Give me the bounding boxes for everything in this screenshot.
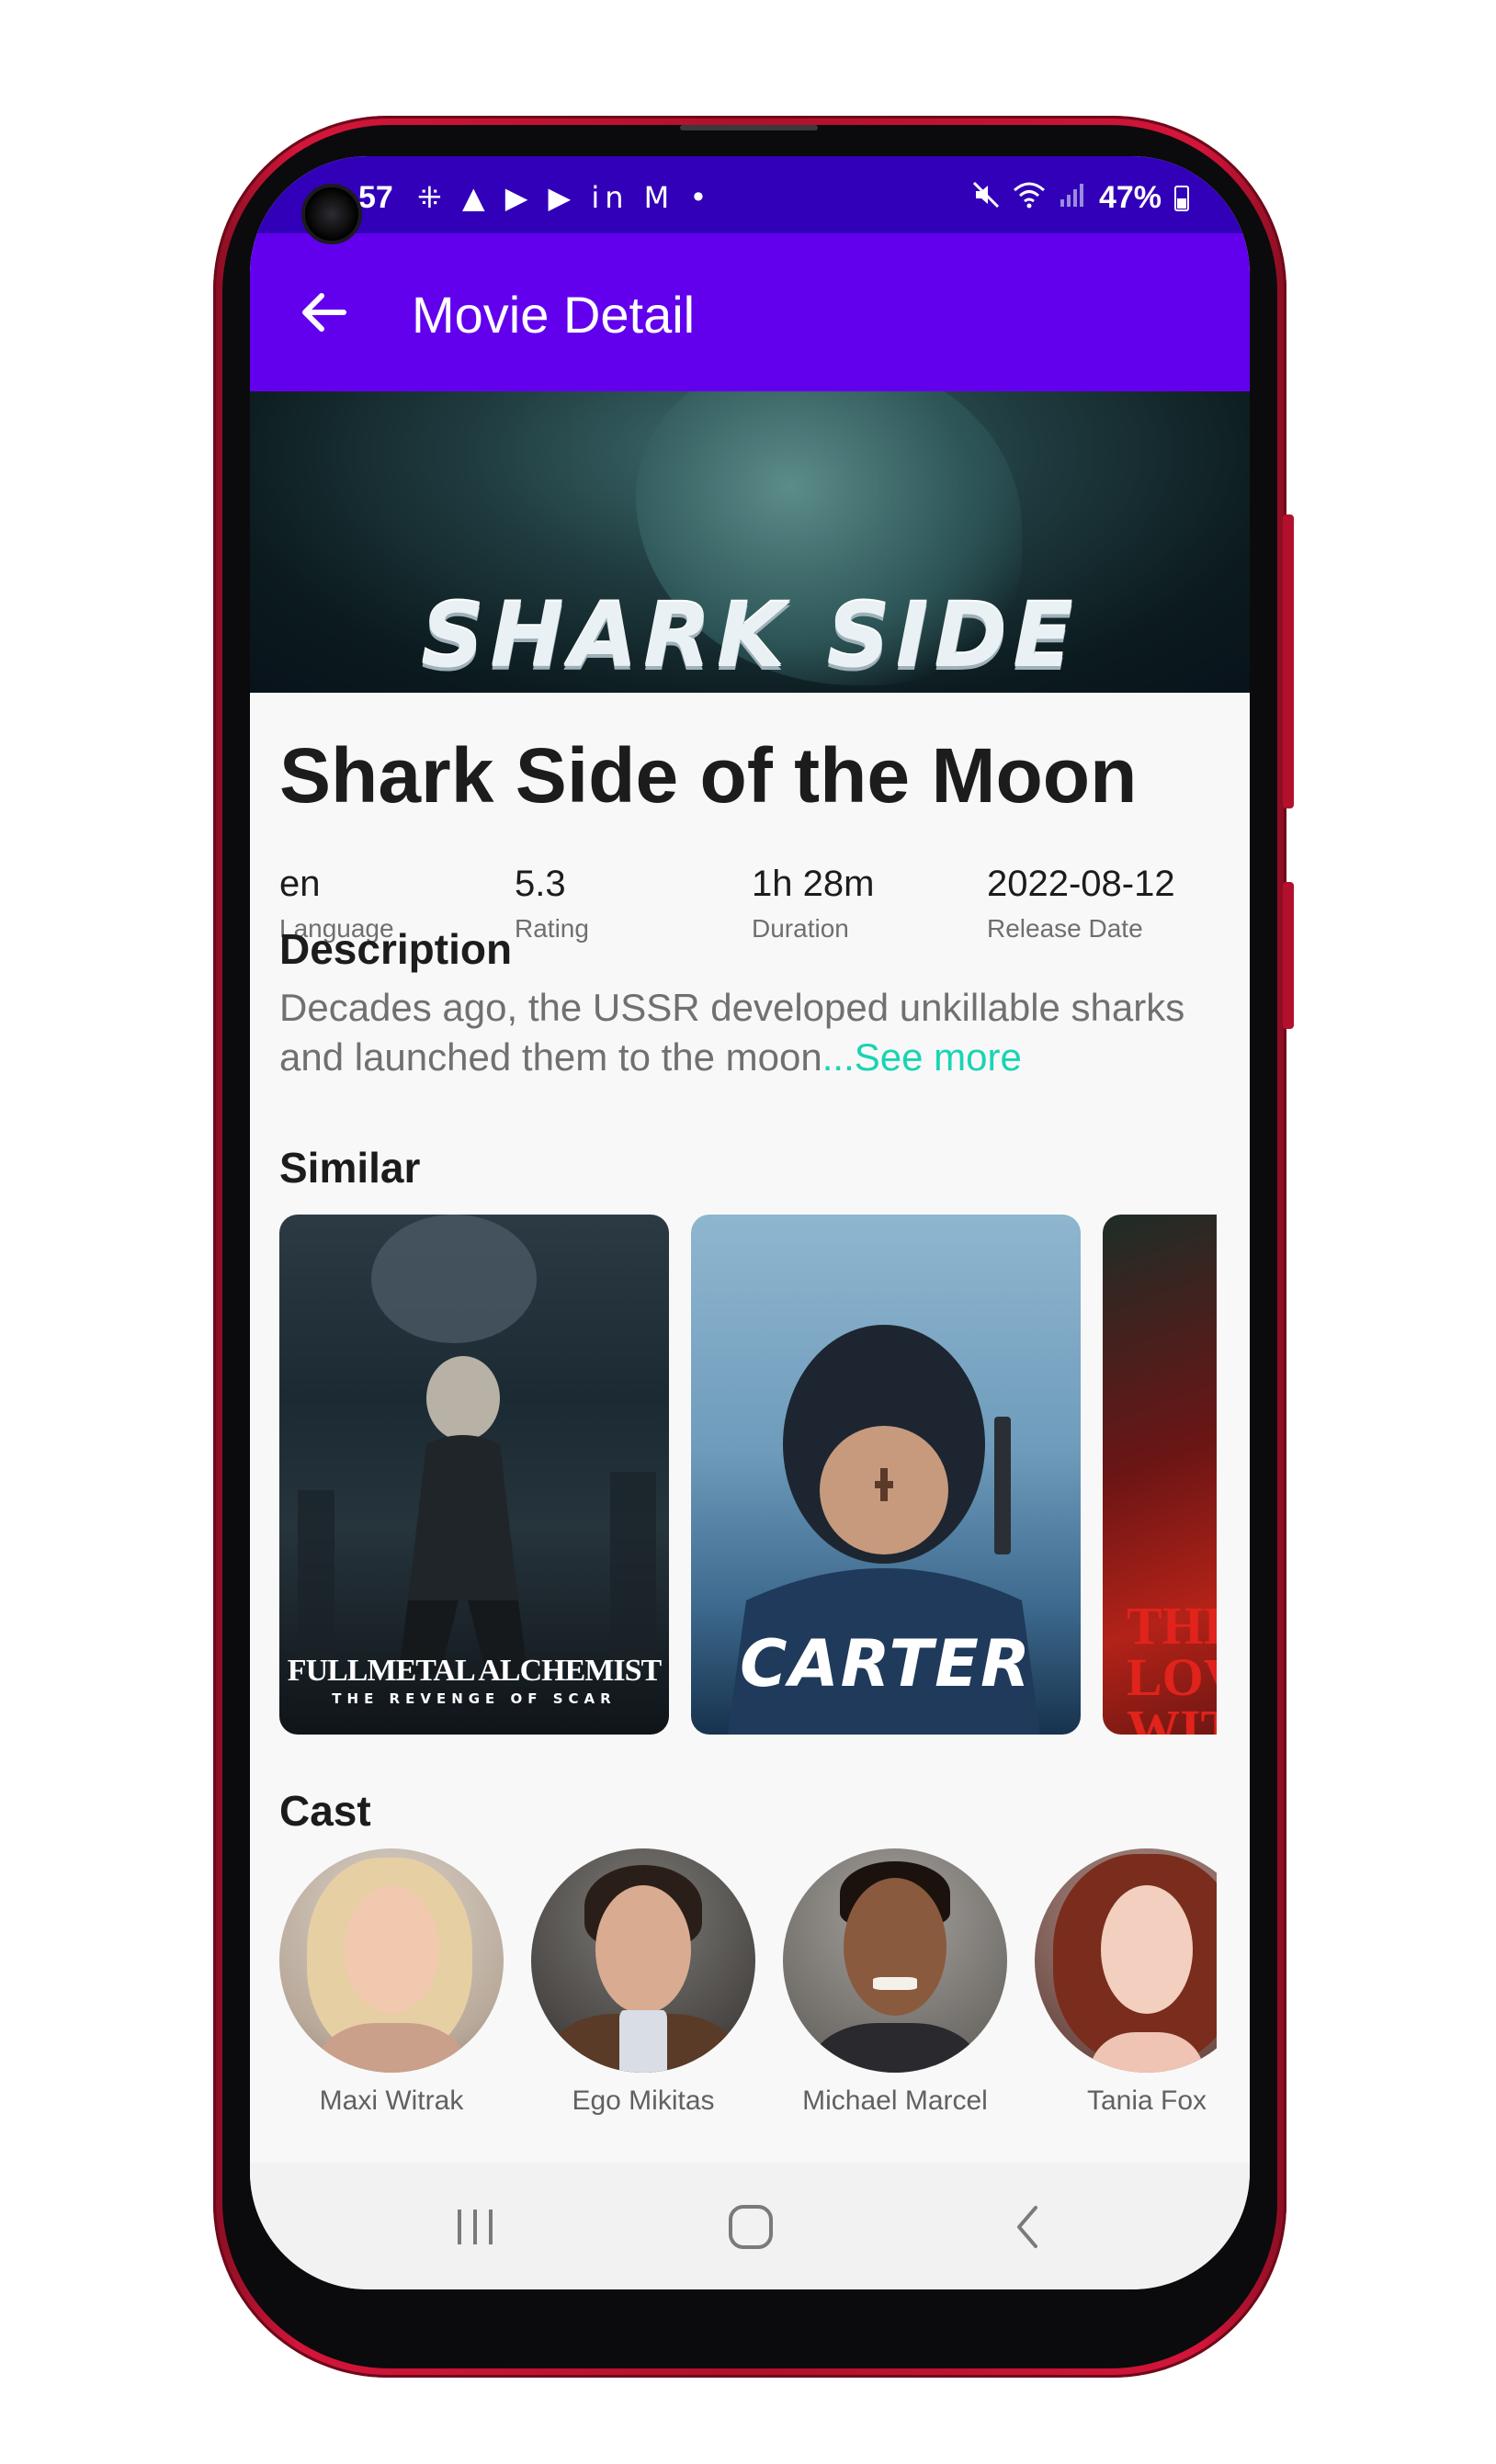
description-body: Decades ago, the USSR developed unkillab…	[279, 986, 1185, 1079]
status-right-group: 47%	[972, 180, 1189, 216]
stat-value: 5.3	[515, 864, 566, 904]
mute-icon	[972, 181, 1000, 216]
stat-label: Release Date	[987, 914, 1143, 943]
stat-value: 1h 28m	[752, 864, 875, 904]
poster-title: THE LOVE WIT	[1127, 1596, 1217, 1735]
wifi-icon	[1013, 181, 1046, 216]
recents-icon[interactable]	[443, 2199, 507, 2255]
backdrop-image: SHARK SIDE	[250, 391, 1250, 693]
front-camera	[301, 184, 362, 244]
home-icon[interactable]	[719, 2199, 783, 2255]
similar-poster-3[interactable]: THE LOVE WIT	[1103, 1215, 1217, 1735]
cast-name: Ego Mikitas	[572, 2085, 715, 2116]
app-bar-title: Movie Detail	[412, 286, 696, 344]
signal-icon	[1059, 181, 1086, 216]
description-heading: Description	[279, 925, 513, 973]
cast-name: Maxi Witrak	[319, 2085, 464, 2116]
similar-heading: Similar	[279, 1144, 421, 1192]
cast-heading: Cast	[279, 1787, 371, 1835]
status-bar: 57 ⁜ ▲ ▶ ▶ in M • 47%	[250, 156, 1250, 244]
similar-poster-2[interactable]: CARTER	[691, 1215, 1081, 1735]
similar-carousel[interactable]: FULLMETAL ALCHEMIST THE REVENGE OF SCAR …	[279, 1215, 1217, 1736]
system-nav-bar	[250, 2163, 1250, 2289]
see-more-link[interactable]: ...See more	[822, 1035, 1022, 1079]
nav-back-icon[interactable]	[996, 2199, 1060, 2255]
stat-release-date: 2022-08-12 Release Date	[987, 864, 1175, 944]
app-bar: Movie Detail	[250, 233, 1250, 391]
back-arrow-icon[interactable]	[290, 279, 357, 345]
poster-title: CARTER	[740, 1626, 1032, 1701]
poster-title: FULLMETAL ALCHEMIST	[287, 1654, 662, 1688]
cast-member[interactable]: Ego Mikitas	[531, 1848, 757, 2117]
stat-duration: 1h 28m Duration	[752, 864, 874, 944]
power-button	[1283, 882, 1294, 1029]
cast-name: Tania Fox	[1086, 2085, 1207, 2116]
cast-member[interactable]: Tania Fox	[1035, 1848, 1217, 2117]
similar-poster-1[interactable]: FULLMETAL ALCHEMIST THE REVENGE OF SCAR	[279, 1215, 669, 1735]
cast-photo	[531, 1848, 755, 2073]
earpiece-speaker	[680, 125, 818, 130]
stat-value: 2022-08-12	[987, 864, 1175, 904]
backdrop-title: SHARK SIDE	[421, 584, 1079, 687]
cast-name: Michael Marcel	[802, 2085, 988, 2116]
movie-title: Shark Side of the Moon	[279, 732, 1138, 819]
cast-photo	[1035, 1848, 1217, 2073]
cast-carousel[interactable]: Maxi Witrak Ego Mikitas Michael Marcel T…	[279, 1848, 1217, 2124]
cast-photo	[279, 1848, 504, 2073]
cast-member[interactable]: Michael Marcel	[783, 1848, 1009, 2117]
screen: 57 ⁜ ▲ ▶ ▶ in M • 47% Movie Detail SHARK…	[250, 156, 1250, 2289]
stat-label: Rating	[515, 914, 589, 943]
stat-rating: 5.3 Rating	[515, 864, 589, 944]
notification-icons: ⁜ ▲ ▶ ▶ in M •	[417, 180, 713, 215]
poster-subtitle: THE REVENGE OF SCAR	[332, 1690, 617, 1707]
volume-button	[1283, 514, 1294, 808]
stat-value: en	[279, 864, 321, 904]
cast-member[interactable]: Maxi Witrak	[279, 1848, 505, 2117]
battery-percent: 47%	[1098, 180, 1162, 215]
status-time: 57	[358, 180, 393, 215]
battery-icon	[1174, 185, 1189, 211]
description-text: Decades ago, the USSR developed unkillab…	[279, 983, 1217, 1082]
cast-photo	[783, 1848, 1007, 2073]
stat-label: Duration	[752, 914, 849, 943]
